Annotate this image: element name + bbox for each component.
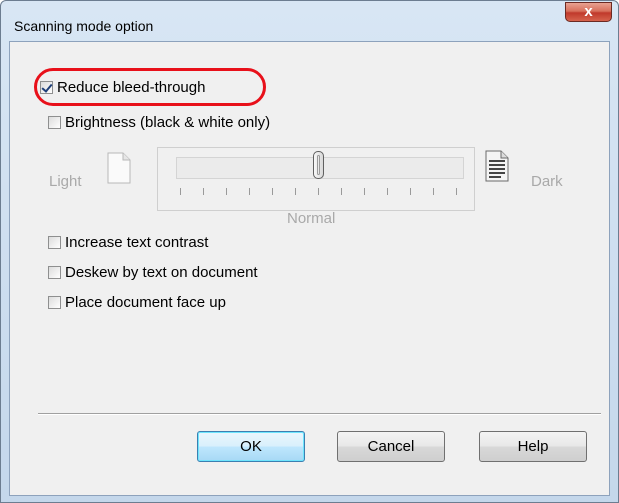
title-bar[interactable]: Scanning mode option x <box>1 1 618 41</box>
cancel-button[interactable]: Cancel <box>337 431 445 462</box>
slider-normal-label: Normal <box>287 210 336 227</box>
slider-tick <box>387 188 388 195</box>
slider-tick <box>318 188 319 195</box>
face-up-option[interactable]: Place document face up <box>48 294 226 311</box>
reduce-bleed-option[interactable]: Reduce bleed-through <box>40 79 205 96</box>
close-icon: x <box>584 3 593 20</box>
window-title: Scanning mode option <box>14 18 154 34</box>
increase-contrast-option[interactable]: Increase text contrast <box>48 234 208 251</box>
dialog-content: Reduce bleed-through Brightness (black &… <box>9 41 610 496</box>
reduce-bleed-label: Reduce bleed-through <box>57 79 206 96</box>
slider-dark-label: Dark <box>531 173 563 190</box>
ok-button[interactable]: OK <box>197 431 305 462</box>
brightness-label: Brightness (black & white only) <box>65 114 271 131</box>
close-button[interactable]: x <box>565 2 612 22</box>
increase-contrast-label: Increase text contrast <box>65 234 209 251</box>
slider-tick <box>226 188 227 195</box>
slider-tick <box>433 188 434 195</box>
dialog-window: Scanning mode option x Reduce bleed-thro… <box>0 0 619 503</box>
brightness-option[interactable]: Brightness (black & white only) <box>48 114 270 131</box>
brightness-slider[interactable] <box>157 147 475 211</box>
reduce-bleed-checkbox[interactable] <box>40 81 53 94</box>
slider-light-label: Light <box>49 173 82 190</box>
slider-tick <box>410 188 411 195</box>
separator-line <box>38 413 601 415</box>
slider-tick <box>203 188 204 195</box>
brightness-checkbox[interactable] <box>48 116 61 129</box>
face-up-label: Place document face up <box>65 294 226 311</box>
slider-tick <box>272 188 273 195</box>
slider-tick <box>249 188 250 195</box>
slider-thumb[interactable] <box>312 151 324 179</box>
slider-tick <box>341 188 342 195</box>
slider-tick <box>456 188 457 195</box>
face-up-checkbox[interactable] <box>48 296 61 309</box>
deskew-label: Deskew by text on document <box>65 264 258 281</box>
text-document-icon <box>485 150 509 182</box>
slider-tick <box>180 188 181 195</box>
increase-contrast-checkbox[interactable] <box>48 236 61 249</box>
deskew-checkbox[interactable] <box>48 266 61 279</box>
help-button[interactable]: Help <box>479 431 587 462</box>
slider-tick <box>295 188 296 195</box>
slider-tick <box>364 188 365 195</box>
deskew-option[interactable]: Deskew by text on document <box>48 264 258 281</box>
blank-document-icon <box>107 152 131 184</box>
